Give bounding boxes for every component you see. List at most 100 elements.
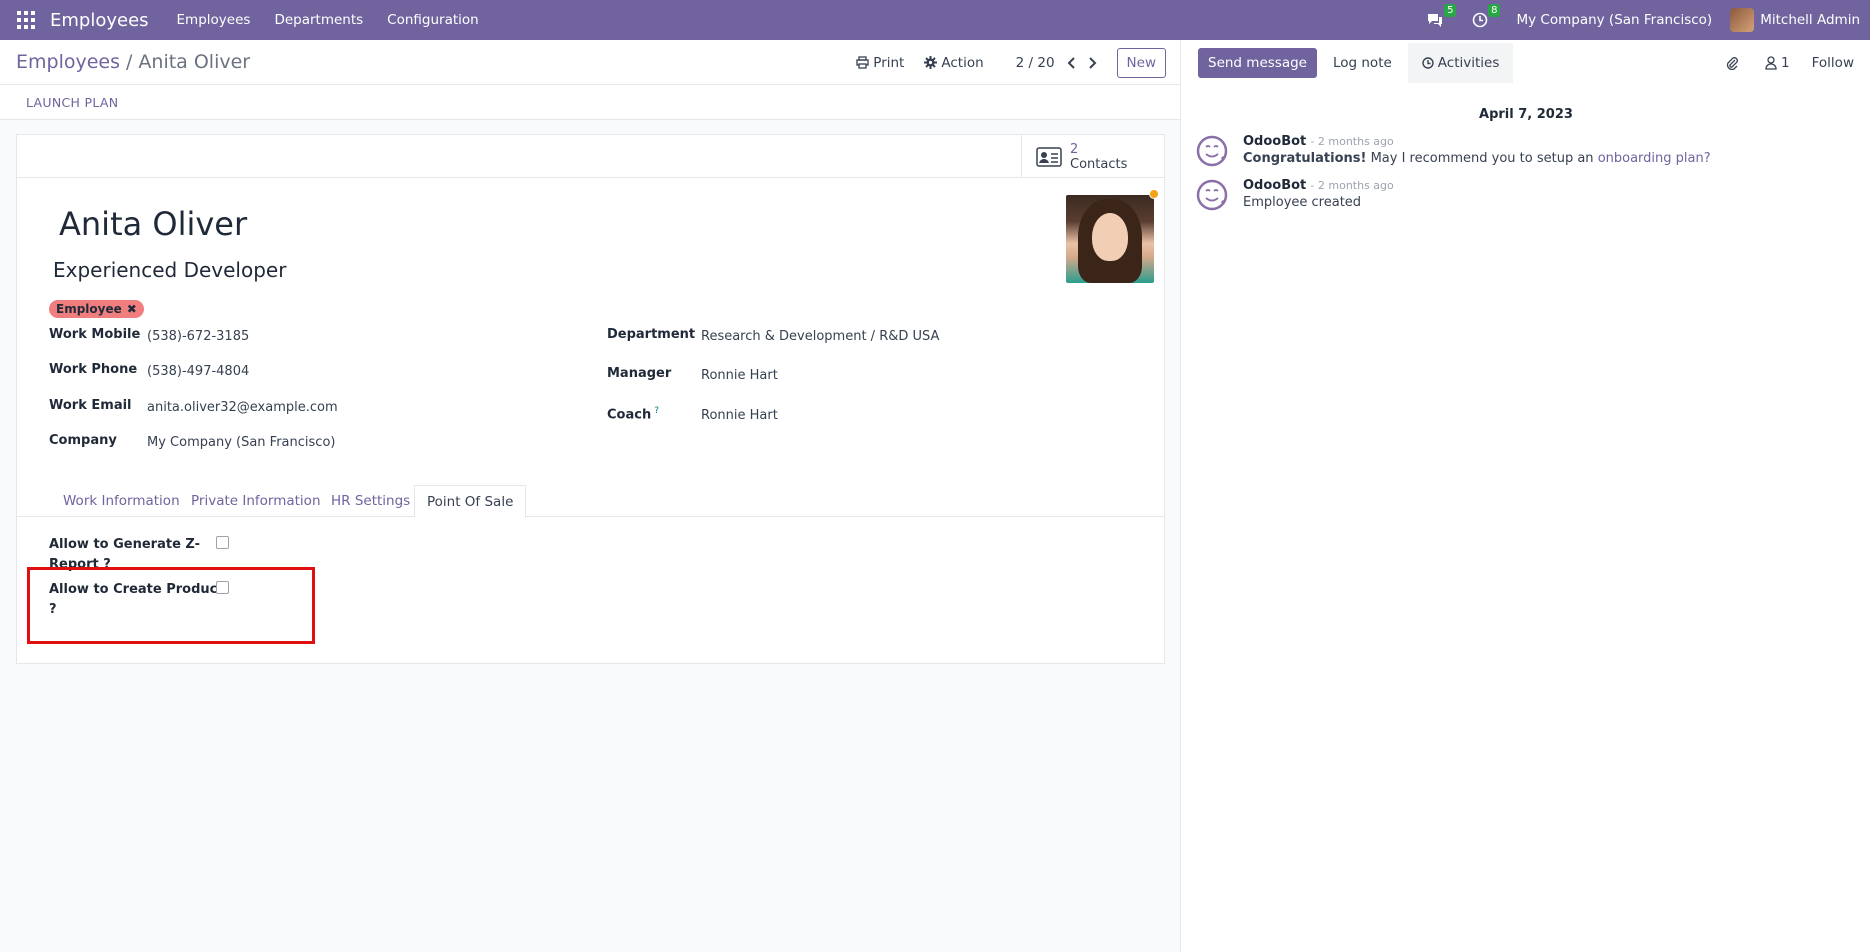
activities-badge: 8	[1488, 4, 1501, 17]
message-date: - 2 months ago	[1310, 135, 1394, 148]
message-author[interactable]: OdooBot	[1243, 178, 1306, 193]
company-label: Company	[49, 433, 117, 448]
activities-button[interactable]: 8	[1472, 4, 1501, 28]
z-report-label: Allow to Generate Z- Report ?	[49, 535, 200, 575]
statusbar: LAUNCH PLAN	[0, 85, 1180, 120]
work-mobile-label: Work Mobile	[49, 327, 141, 342]
photo-face-shape	[1092, 213, 1128, 261]
work-email-label: Work Email	[49, 398, 132, 413]
create-product-label: Allow to Create Product ?	[49, 580, 224, 620]
activities-label: Activities	[1437, 54, 1500, 71]
messaging-button[interactable]: 5	[1426, 4, 1457, 28]
followers-count: 1	[1781, 54, 1790, 71]
user-menu[interactable]: Mitchell Admin	[1730, 8, 1860, 32]
form-sheet: 2 Contacts Anita Oliver Experienced Deve…	[16, 134, 1165, 664]
user-name: Mitchell Admin	[1760, 12, 1860, 28]
employee-tag: Employee ✖	[49, 300, 144, 318]
message-body: Employee created	[1243, 195, 1362, 210]
odoobot-avatar-icon	[1196, 179, 1228, 211]
action-label: Action	[941, 54, 984, 71]
department-field[interactable]: Research & Development / R&D USA	[701, 329, 939, 344]
menu-departments[interactable]: Departments	[274, 12, 363, 28]
messages-badge: 5	[1444, 4, 1457, 17]
apps-menu-icon[interactable]	[16, 10, 36, 30]
coach-field[interactable]: Ronnie Hart	[701, 408, 778, 423]
odoobot-avatar-icon	[1196, 135, 1228, 167]
coach-label: Coach?	[607, 406, 659, 422]
employee-photo[interactable]	[1066, 195, 1154, 283]
create-product-checkbox[interactable]	[216, 581, 229, 594]
tag-label: Employee	[56, 302, 122, 316]
chatter-panel: Send message Log note Activities 1 Follo…	[1182, 40, 1870, 952]
breadcrumb: Employees / Anita Oliver	[16, 51, 250, 73]
onboarding-plan-link[interactable]: onboarding plan?	[1598, 151, 1711, 166]
manager-field[interactable]: Ronnie Hart	[701, 368, 778, 383]
clock-icon	[1422, 56, 1434, 69]
message-date: - 2 months ago	[1310, 179, 1394, 192]
app-brand[interactable]: Employees	[50, 10, 149, 31]
message-body-bold: Congratulations!	[1243, 151, 1367, 166]
followers-button[interactable]: 1	[1765, 55, 1790, 71]
z-report-label-line2: Report ?	[49, 557, 111, 572]
manager-label: Manager	[607, 366, 672, 381]
coach-label-text: Coach	[607, 407, 652, 423]
pager-previous-icon[interactable]	[1067, 56, 1076, 69]
contacts-count: 2	[1070, 141, 1079, 157]
presence-status-icon	[1149, 189, 1159, 199]
z-report-checkbox[interactable]	[216, 536, 229, 549]
print-button[interactable]: Print	[856, 55, 904, 71]
new-button[interactable]: New	[1116, 47, 1166, 78]
coach-help-icon[interactable]: ?	[654, 406, 659, 416]
action-button[interactable]: Action	[924, 54, 984, 71]
contacts-smart-button[interactable]: 2 Contacts	[1021, 135, 1164, 178]
tab-private-information[interactable]: Private Information	[179, 485, 333, 517]
user-icon	[1765, 55, 1777, 70]
breadcrumb-separator: /	[126, 51, 133, 73]
work-mobile-field[interactable]: (538)-672-3185	[147, 329, 249, 344]
tab-work-information[interactable]: Work Information	[51, 485, 192, 517]
message-author[interactable]: OdooBot	[1243, 134, 1306, 149]
employee-name-field[interactable]: Anita Oliver	[59, 205, 247, 243]
clock-icon	[1473, 12, 1488, 28]
z-report-label-line1: Allow to Generate Z-	[49, 537, 201, 552]
address-card-icon	[1036, 146, 1062, 167]
smart-button-box: 2 Contacts	[17, 135, 1164, 178]
menu-configuration[interactable]: Configuration	[387, 12, 479, 28]
chat-icon	[1428, 14, 1443, 27]
create-product-label-line2: ?	[49, 602, 57, 617]
send-message-button[interactable]: Send message	[1198, 47, 1317, 78]
pager-value[interactable]: 2 / 20	[1016, 55, 1055, 71]
user-avatar	[1730, 8, 1755, 32]
pager-next-icon[interactable]	[1088, 56, 1097, 69]
tab-hr-settings[interactable]: HR Settings	[319, 485, 422, 517]
job-title-field[interactable]: Experienced Developer	[53, 258, 286, 282]
tab-point-of-sale[interactable]: Point Of Sale	[414, 485, 527, 518]
activities-button[interactable]: Activities	[1407, 42, 1514, 83]
work-phone-field[interactable]: (538)-497-4804	[147, 364, 249, 379]
print-label: Print	[873, 54, 905, 71]
company-switcher[interactable]: My Company (San Francisco)	[1516, 12, 1712, 28]
work-email-field[interactable]: anita.oliver32@example.com	[147, 400, 338, 415]
print-icon	[856, 56, 869, 69]
log-note-button[interactable]: Log note	[1333, 55, 1392, 71]
chatter-topbar: Send message Log note Activities 1 Follo…	[1182, 40, 1870, 85]
breadcrumb-current: Anita Oliver	[138, 51, 251, 73]
company-field[interactable]: My Company (San Francisco)	[147, 435, 335, 450]
work-phone-label: Work Phone	[49, 362, 138, 377]
gear-icon	[924, 56, 938, 69]
menu-employees[interactable]: Employees	[177, 12, 251, 28]
attachments-button[interactable]	[1725, 56, 1743, 70]
top-navbar: Employees Employees Departments Configur…	[0, 0, 1870, 40]
message-body: Congratulations! May I recommend you to …	[1243, 151, 1711, 166]
create-product-label-line1: Allow to Create Product	[49, 582, 224, 597]
paperclip-icon	[1726, 56, 1738, 70]
chatter-message: OdooBot - 2 months ago Congratulations! …	[1195, 134, 1870, 168]
date-separator: April 7, 2023	[1479, 107, 1573, 122]
tag-remove-icon[interactable]: ✖	[127, 302, 137, 316]
launch-plan-button[interactable]: LAUNCH PLAN	[26, 95, 118, 110]
department-label: Department	[607, 327, 696, 342]
breadcrumb-employees[interactable]: Employees	[16, 51, 120, 73]
message-body-text: May I recommend you to setup an	[1366, 151, 1598, 166]
follow-button[interactable]: Follow	[1812, 55, 1854, 71]
control-panel: Employees / Anita Oliver Print Action 2 / …	[0, 40, 1180, 85]
